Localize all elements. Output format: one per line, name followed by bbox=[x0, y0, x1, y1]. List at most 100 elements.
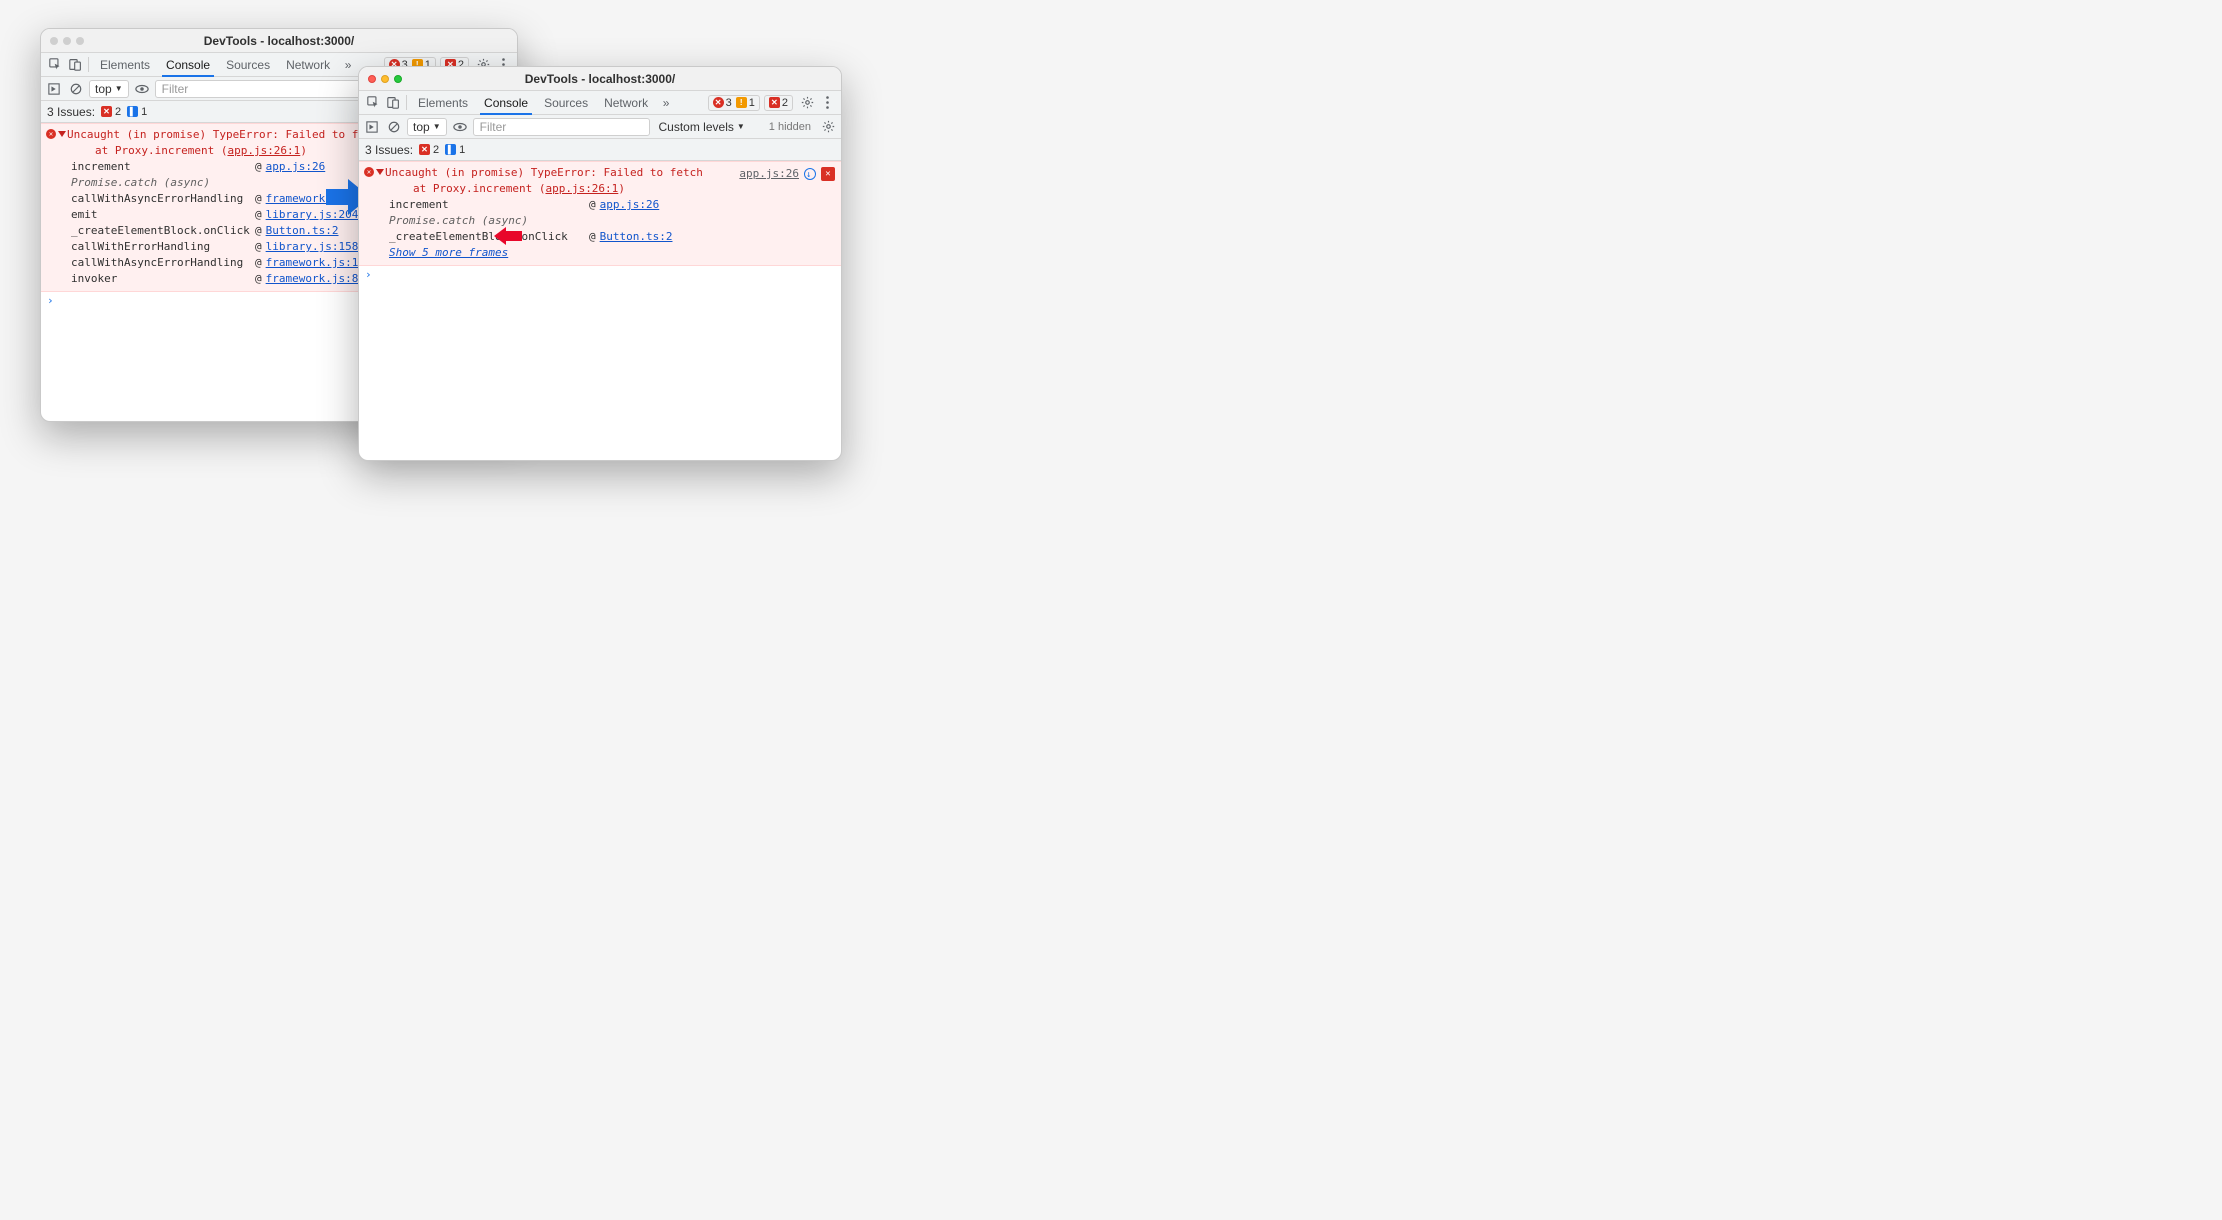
stack-frame-fn: callWithAsyncErrorHandling bbox=[71, 191, 255, 207]
traffic-close-icon[interactable] bbox=[368, 75, 376, 83]
error-source-link[interactable]: app.js:26:1 bbox=[227, 144, 300, 157]
traffic-lights bbox=[41, 37, 84, 45]
context-selector[interactable]: top ▼ bbox=[407, 118, 447, 136]
stack-frame-fn: invoker bbox=[71, 271, 255, 287]
error-message-line1: Uncaught (in promise) TypeError: Failed … bbox=[67, 128, 385, 141]
window-title: DevTools - localhost:3000/ bbox=[41, 34, 517, 48]
stack-frame-fn: increment bbox=[71, 159, 255, 175]
error-message-line1: Uncaught (in promise) TypeError: Failed … bbox=[385, 166, 703, 179]
error-count: 3 bbox=[726, 97, 732, 109]
stack-frame-fn: emit bbox=[71, 207, 255, 223]
stack-frame-link[interactable]: Button.ts:2 bbox=[266, 223, 339, 239]
error-circle-icon: ✕ bbox=[364, 167, 374, 177]
tab-label: Elements bbox=[418, 96, 468, 110]
tab-label: Elements bbox=[100, 58, 150, 72]
stack-frame-fn: callWithAsyncErrorHandling bbox=[71, 255, 255, 271]
tab-network[interactable]: Network bbox=[596, 91, 656, 114]
red-arrow-icon bbox=[494, 227, 522, 245]
live-expression-icon[interactable] bbox=[451, 118, 469, 136]
inspect-icon[interactable] bbox=[45, 53, 65, 76]
warning-icon: ! bbox=[736, 97, 747, 108]
titlebar: DevTools - localhost:3000/ bbox=[41, 29, 517, 53]
stack-frame-link[interactable]: app.js:26 bbox=[600, 197, 660, 213]
inspect-icon[interactable] bbox=[363, 91, 383, 114]
issues-bar[interactable]: 3 Issues: ✕2 ▌1 bbox=[359, 139, 841, 161]
issue-info-icon: ▌ bbox=[127, 106, 138, 117]
error-circle-icon: ✕ bbox=[46, 129, 56, 139]
device-toggle-icon[interactable] bbox=[383, 91, 403, 114]
chevron-down-icon: ▼ bbox=[737, 122, 745, 131]
filter-input[interactable]: Filter bbox=[473, 118, 650, 136]
traffic-min-icon[interactable] bbox=[63, 37, 71, 45]
tab-label: Sources bbox=[226, 58, 270, 72]
console-prompt[interactable]: › bbox=[359, 266, 841, 284]
context-selector[interactable]: top ▼ bbox=[89, 80, 129, 98]
issues-label: 3 Issues: bbox=[47, 105, 95, 119]
clear-console-icon[interactable] bbox=[385, 118, 403, 136]
traffic-max-icon[interactable] bbox=[394, 75, 402, 83]
error-at-suffix: ) bbox=[618, 182, 625, 195]
log-levels-selector[interactable]: Custom levels ▼ bbox=[654, 118, 750, 136]
error-at-suffix: ) bbox=[300, 144, 307, 157]
traffic-close-icon[interactable] bbox=[50, 37, 58, 45]
chevron-down-icon: ▼ bbox=[115, 84, 123, 93]
tab-label: Console bbox=[484, 96, 528, 110]
expand-triangle-icon[interactable] bbox=[58, 131, 66, 137]
error-icon: ✕ bbox=[713, 97, 724, 108]
chevron-down-icon: ▼ bbox=[433, 122, 441, 131]
traffic-min-icon[interactable] bbox=[381, 75, 389, 83]
stack-frame-link[interactable]: library.js:1580 bbox=[266, 239, 365, 255]
toggle-sidebar-icon[interactable] bbox=[363, 118, 381, 136]
error-warning-badge[interactable]: ✕3 !1 bbox=[708, 95, 760, 111]
message-badge[interactable]: ✕2 bbox=[764, 95, 793, 111]
issue-info-count: 1 bbox=[459, 144, 465, 156]
device-toggle-icon[interactable] bbox=[65, 53, 85, 76]
expand-triangle-icon[interactable] bbox=[376, 169, 384, 175]
message-icon: ✕ bbox=[769, 97, 780, 108]
tab-console[interactable]: Console bbox=[476, 91, 536, 114]
tab-elements[interactable]: Elements bbox=[92, 53, 158, 76]
settings-icon[interactable] bbox=[819, 118, 837, 136]
tab-label: Network bbox=[286, 58, 330, 72]
stack-frame-link[interactable]: Button.ts:2 bbox=[600, 229, 673, 245]
async-boundary-label: Promise.catch (async) bbox=[359, 213, 841, 229]
error-at-prefix: at Proxy.increment ( bbox=[413, 182, 545, 195]
show-more-frames-link[interactable]: Show 5 more frames bbox=[359, 245, 841, 261]
tab-console[interactable]: Console bbox=[158, 53, 218, 76]
tab-network[interactable]: Network bbox=[278, 53, 338, 76]
settings-icon[interactable] bbox=[797, 91, 817, 114]
tab-label: Console bbox=[166, 58, 210, 72]
error-source-link[interactable]: app.js:26:1 bbox=[545, 182, 618, 195]
more-tabs-icon[interactable]: » bbox=[656, 91, 676, 114]
kebab-menu-icon[interactable] bbox=[817, 91, 837, 114]
filter-placeholder: Filter bbox=[162, 82, 189, 96]
live-expression-icon[interactable] bbox=[133, 80, 151, 98]
prompt-caret-icon: › bbox=[365, 267, 372, 283]
error-message-block[interactable]: app.js:26 ✕ ✕ Uncaught (in promise) Type… bbox=[359, 161, 841, 266]
tab-sources[interactable]: Sources bbox=[218, 53, 278, 76]
hidden-count: 1 hidden bbox=[765, 121, 815, 133]
clear-console-icon[interactable] bbox=[67, 80, 85, 98]
issue-error-count: 2 bbox=[433, 144, 439, 156]
stack-frame-fn: _createElementBlock.onClick bbox=[389, 229, 589, 245]
more-tabs-icon[interactable]: » bbox=[338, 53, 358, 76]
levels-label: Custom levels bbox=[659, 120, 734, 134]
traffic-max-icon[interactable] bbox=[76, 37, 84, 45]
tab-label: Network bbox=[604, 96, 648, 110]
console-toolbar: top ▼ Filter Custom levels ▼ 1 hidden bbox=[359, 115, 841, 139]
warning-count: 1 bbox=[749, 97, 755, 109]
tab-elements[interactable]: Elements bbox=[410, 91, 476, 114]
titlebar: DevTools - localhost:3000/ bbox=[359, 67, 841, 91]
stack-frame-link[interactable]: app.js:26 bbox=[266, 159, 326, 175]
tab-sources[interactable]: Sources bbox=[536, 91, 596, 114]
stack-frame-fn: callWithErrorHandling bbox=[71, 239, 255, 255]
stack-frame-fn: _createElementBlock.onClick bbox=[71, 223, 255, 239]
window-title: DevTools - localhost:3000/ bbox=[359, 72, 841, 86]
issue-info-icon: ▌ bbox=[445, 144, 456, 155]
issue-error-icon: ✕ bbox=[419, 144, 430, 155]
issue-error-count: 2 bbox=[115, 106, 121, 118]
context-label: top bbox=[413, 120, 430, 134]
issues-label: 3 Issues: bbox=[365, 143, 413, 157]
toggle-sidebar-icon[interactable] bbox=[45, 80, 63, 98]
message-count: 2 bbox=[782, 97, 788, 109]
